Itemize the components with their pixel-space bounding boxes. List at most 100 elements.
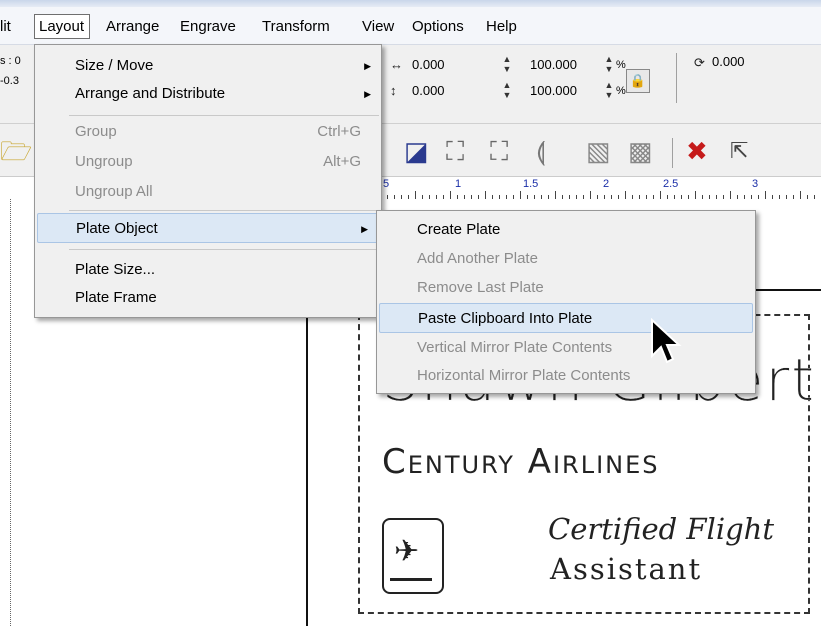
width-spinner[interactable]: ▲ ▼ [502,54,512,76]
page-border-left [306,289,308,626]
ruler-tick [730,191,731,199]
title-engraving-line-2[interactable]: Assistant [550,552,702,586]
select-tool-icon[interactable]: ⇱ [730,136,748,166]
menu-item-label: Paste Clipboard Into Plate [418,310,593,327]
open-file-icon[interactable]: 🗁 [0,136,32,166]
plate-icon[interactable]: ◪ [404,136,429,166]
plate-object-submenu: Create Plate Add Another Plate Remove La… [376,210,756,394]
scale-height-spinner[interactable]: ▲ ▼ [604,80,614,102]
menu-layout[interactable]: Layout [34,14,91,39]
node-select-icon[interactable]: ⛶ [490,136,508,166]
rotate-icon: ⟳ [694,55,705,70]
weld-icon[interactable]: ▧ [586,136,611,166]
menu-item-add-another-plate[interactable]: Add Another Plate [377,244,755,274]
ruler-label: 3 [752,178,759,190]
window-title-strip [0,0,821,7]
fill-icon[interactable]: ▩ [628,136,653,166]
menu-item-plate-size[interactable]: Plate Size... [35,255,381,285]
height-arrow-icon: ↕ [390,83,397,98]
menu-item-remove-last-plate[interactable]: Remove Last Plate [377,273,755,303]
menu-item-plate-object[interactable]: Plate Object ▶ [37,213,379,243]
ruler-tick [520,191,521,199]
menu-item-label: Remove Last Plate [417,279,544,296]
ruler-tick [765,191,766,199]
menu-item-horizontal-mirror[interactable]: Horizontal Mirror Plate Contents [377,361,755,391]
menu-separator [69,249,379,250]
airplane-icon: ✈ [394,535,420,568]
toolbar-separator [676,53,677,103]
ruler-tick [485,191,486,199]
menu-item-create-plate[interactable]: Create Plate [377,215,755,245]
menu-item-label: Plate Frame [75,289,157,306]
menu-item-shortcut: Alt+G [323,153,361,170]
menu-help[interactable]: Help [486,18,517,35]
height-field[interactable]: 0.000 [410,80,492,102]
runway-line [390,578,432,581]
menu-edit[interactable]: lit [0,18,11,35]
scale-width-field[interactable]: 100.000 [528,54,600,76]
ruler-label: 5 [383,178,390,190]
ruler-tick [555,191,556,199]
menu-item-arrange-distribute[interactable]: Arrange and Distribute ▶ [35,79,381,109]
menu-item-label: Arrange and Distribute [75,85,226,102]
menu-bar: lit Layout Arrange Engrave Transform Vie… [0,0,821,45]
submenu-arrow-icon: ▶ [364,89,371,99]
menu-view[interactable]: View [362,18,394,35]
menu-item-label: Plate Object [76,220,158,237]
ruler-tick [660,191,661,199]
ruler-tick [450,191,451,199]
width-arrow-icon: ↔ [390,57,403,72]
ruler-label: 1 [455,178,462,190]
mirror-icon[interactable]: ⟬ [536,136,546,166]
ruler-label: 1.5 [523,178,539,190]
menu-item-label: Ungroup All [75,183,153,200]
ruler-tick [415,191,416,199]
height-spinner[interactable]: ▲ ▼ [502,80,512,102]
rotation-field[interactable]: 0.000 [710,51,802,73]
menu-arrange[interactable]: Arrange [106,18,159,35]
delete-nodes-icon[interactable]: ✖ [686,136,708,166]
menu-item-label: Vertical Mirror Plate Contents [417,339,613,356]
menu-item-paste-clipboard[interactable]: Paste Clipboard Into Plate [379,303,753,333]
menu-item-ungroup-all[interactable]: Ungroup All [35,177,381,207]
width-field[interactable]: 0.000 [410,54,492,76]
menu-item-label: Add Another Plate [417,250,538,267]
menu-separator [69,115,379,116]
percent-sign-2: % [616,85,626,97]
menu-item-plate-frame[interactable]: Plate Frame [35,283,381,313]
menu-item-group[interactable]: Group Ctrl+G [35,117,381,147]
ruler-label: 2 [603,178,610,190]
menu-engrave[interactable]: Engrave [180,18,236,35]
aspect-lock-icon[interactable]: 🔒 [626,69,650,93]
ruler-tick [800,191,801,199]
ruler-label: 2.5 [663,178,679,190]
submenu-arrow-icon: ▶ [361,224,368,234]
percent-sign: % [616,59,626,71]
position-y-label: -0.3 [0,75,19,87]
airplane-logo[interactable]: ✈ [382,518,444,594]
menu-options[interactable]: Options [412,18,464,35]
title-engraving-line-1[interactable]: Certified Flight [548,512,774,546]
position-x-label: s : 0 [0,55,21,67]
toolbar-separator-2 [672,138,673,168]
menu-item-label: Horizontal Mirror Plate Contents [417,367,631,384]
menu-separator [69,210,379,211]
menu-item-label: Plate Size... [75,261,156,278]
menu-item-vertical-mirror[interactable]: Vertical Mirror Plate Contents [377,333,755,363]
menu-item-shortcut: Ctrl+G [317,123,361,140]
menu-item-size-move[interactable]: Size / Move ▶ [35,51,381,81]
menu-item-label: Group [75,123,117,140]
menu-transform[interactable]: Transform [262,18,330,35]
ruler-tick [590,191,591,199]
ruler-tick [695,191,696,199]
mouse-cursor-icon [651,318,682,364]
layout-menu: Size / Move ▶ Arrange and Distribute ▶ G… [34,44,382,318]
menu-item-label: Size / Move [75,57,154,74]
scale-height-field[interactable]: 100.000 [528,80,600,102]
node-edit-icon[interactable]: ⛶ [446,136,464,166]
margin-guide [10,199,11,626]
scale-width-spinner[interactable]: ▲ ▼ [604,54,614,76]
menu-item-ungroup[interactable]: Ungroup Alt+G [35,147,381,177]
submenu-arrow-icon: ▶ [364,61,371,71]
company-engraving[interactable]: Century Airlines [382,442,660,482]
